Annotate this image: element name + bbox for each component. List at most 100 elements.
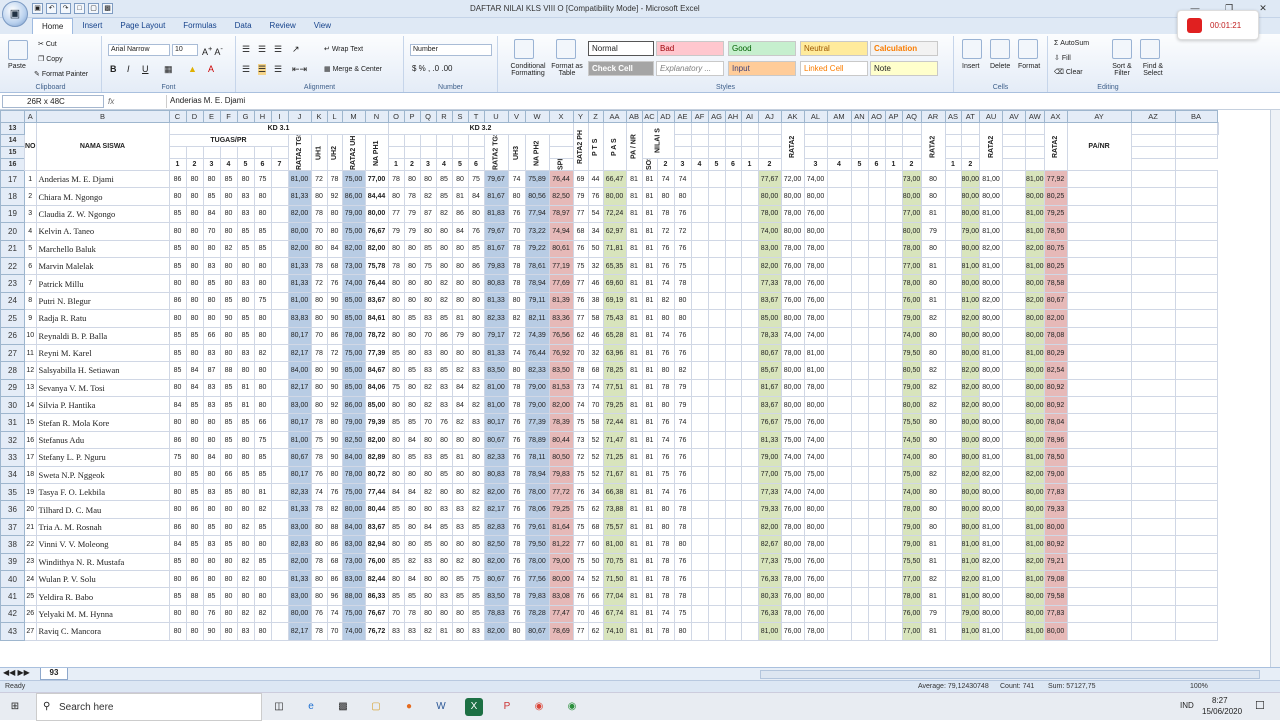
table-cell[interactable] bbox=[1066, 483, 1132, 502]
table-cell[interactable]: 83 bbox=[419, 448, 437, 467]
column-header[interactable]: Z bbox=[587, 110, 604, 123]
student-name[interactable]: Anderias M. E. Djami bbox=[35, 169, 170, 189]
table-cell[interactable]: 80,00 bbox=[780, 361, 805, 380]
table-cell[interactable]: 80 bbox=[920, 517, 946, 537]
table-cell[interactable]: 80 bbox=[435, 222, 453, 241]
rata2-c[interactable]: 82,00 bbox=[960, 396, 981, 415]
table-cell[interactable] bbox=[707, 569, 726, 589]
rata2-ph[interactable]: 80,61 bbox=[548, 239, 574, 258]
header-rata2-tgs-2[interactable]: RATA2 TGS bbox=[484, 134, 508, 171]
header-cell[interactable] bbox=[740, 134, 759, 147]
table-cell[interactable] bbox=[826, 604, 852, 624]
na-ph1[interactable]: 84,44 bbox=[364, 187, 389, 206]
table-cell[interactable] bbox=[707, 587, 726, 606]
rata2[interactable]: 79,00 bbox=[757, 448, 782, 467]
table-cell[interactable]: 78,00 bbox=[780, 569, 805, 589]
table-cell[interactable]: 85 bbox=[202, 274, 221, 293]
rata2[interactable]: 76,33 bbox=[757, 604, 782, 624]
student-no[interactable]: 14 bbox=[24, 396, 37, 415]
table-cell[interactable]: 80 bbox=[387, 239, 405, 258]
table-cell[interactable] bbox=[944, 326, 962, 345]
table-cell[interactable]: 85 bbox=[435, 517, 453, 537]
table-cell[interactable]: 80 bbox=[185, 291, 204, 311]
table-cell[interactable]: 80 bbox=[253, 361, 272, 380]
table-cell[interactable]: 78 bbox=[656, 204, 675, 224]
table-cell[interactable]: 76,00 bbox=[780, 256, 805, 276]
table-cell[interactable] bbox=[270, 256, 289, 276]
rata2-c[interactable]: 80,00 bbox=[960, 187, 981, 206]
table-cell[interactable] bbox=[707, 222, 726, 241]
table-cell[interactable]: 76,00 bbox=[803, 204, 828, 224]
na-ph1[interactable]: 84,61 bbox=[364, 309, 389, 328]
table-cell[interactable]: 82 bbox=[451, 413, 469, 432]
table-cell[interactable]: 76 bbox=[572, 587, 589, 606]
table-cell[interactable]: 80 bbox=[467, 552, 485, 571]
rata2-tgs[interactable]: 81,33 bbox=[287, 274, 312, 293]
na-ph2[interactable]: 78,28 bbox=[524, 604, 550, 624]
table-cell[interactable] bbox=[884, 361, 903, 380]
rata2-ph[interactable]: 79,00 bbox=[548, 552, 574, 571]
table-cell[interactable]: 96 bbox=[326, 587, 343, 606]
student-no[interactable]: 24 bbox=[24, 569, 37, 589]
rata2-tgs-2[interactable]: 82,83 bbox=[483, 517, 509, 537]
table-cell[interactable] bbox=[850, 396, 869, 415]
table-cell[interactable] bbox=[1066, 309, 1132, 328]
table-cell[interactable] bbox=[1002, 448, 1027, 467]
header-cell[interactable] bbox=[867, 134, 886, 147]
sort-filter-button[interactable]: Sort & Filter bbox=[1106, 63, 1138, 77]
table-cell[interactable] bbox=[1002, 465, 1027, 485]
table-cell[interactable] bbox=[1174, 552, 1218, 571]
rata2-ph[interactable]: 78,39 bbox=[548, 413, 574, 432]
table-cell[interactable]: 80 bbox=[435, 604, 453, 624]
table-cell[interactable]: 66 bbox=[587, 587, 604, 606]
table-cell[interactable] bbox=[944, 413, 962, 432]
student-no[interactable]: 26 bbox=[24, 604, 37, 624]
na-ph1[interactable]: 82,89 bbox=[364, 448, 389, 467]
table-cell[interactable] bbox=[1174, 291, 1218, 311]
table-cell[interactable]: 85 bbox=[185, 326, 204, 345]
rata2-uh[interactable]: 75,00 bbox=[341, 343, 366, 363]
new-icon[interactable]: □ bbox=[74, 3, 85, 14]
table-cell[interactable]: 70 bbox=[202, 222, 221, 241]
table-cell[interactable] bbox=[724, 413, 742, 432]
table-cell[interactable] bbox=[1130, 552, 1176, 571]
rata2-tgs-2[interactable]: 79,67 bbox=[483, 169, 509, 189]
column-header[interactable]: AK bbox=[780, 110, 805, 123]
table-cell[interactable] bbox=[850, 465, 869, 485]
table-cell[interactable]: 80,00 bbox=[780, 309, 805, 328]
table-cell[interactable]: 90 bbox=[219, 309, 238, 328]
table-cell[interactable]: 80 bbox=[920, 483, 946, 502]
table-cell[interactable] bbox=[884, 291, 903, 311]
vertical-scrollbar[interactable] bbox=[1270, 110, 1280, 667]
rata2[interactable]: 77,33 bbox=[757, 274, 782, 293]
table-cell[interactable]: 81 bbox=[641, 396, 658, 415]
table-cell[interactable]: 78 bbox=[310, 500, 328, 519]
header-cell[interactable] bbox=[1025, 122, 1045, 135]
table-cell[interactable]: 90 bbox=[326, 291, 343, 311]
pa-nr[interactable]: 62,97 bbox=[602, 222, 627, 241]
table-cell[interactable]: 80 bbox=[656, 396, 675, 415]
table-cell[interactable]: 87 bbox=[419, 204, 437, 224]
rata2-ph[interactable]: 77,47 bbox=[548, 604, 574, 624]
table-cell[interactable]: 74 bbox=[572, 396, 589, 415]
table-cell[interactable] bbox=[1174, 430, 1218, 450]
rata2-tgs-2[interactable]: 82,00 bbox=[483, 622, 509, 641]
table-cell[interactable]: 80 bbox=[387, 187, 405, 206]
table-cell[interactable] bbox=[884, 413, 903, 432]
header-cell[interactable] bbox=[1002, 122, 1027, 135]
table-cell[interactable]: 79 bbox=[673, 378, 692, 398]
rata2-c[interactable]: 82,00 bbox=[960, 378, 981, 398]
column-header[interactable]: AF bbox=[690, 110, 709, 123]
language-indicator[interactable]: IND bbox=[1180, 701, 1194, 710]
table-cell[interactable] bbox=[884, 500, 903, 519]
table-cell[interactable]: 74 bbox=[656, 326, 675, 345]
pa-nr[interactable]: 69,19 bbox=[602, 291, 627, 311]
table-cell[interactable] bbox=[690, 465, 709, 485]
align-left-icon[interactable]: ☰ bbox=[242, 64, 250, 75]
table-cell[interactable]: 72,00 bbox=[780, 169, 805, 189]
table-cell[interactable] bbox=[867, 274, 886, 293]
table-cell[interactable] bbox=[944, 396, 962, 415]
row-header[interactable]: 30 bbox=[0, 396, 25, 415]
table-cell[interactable]: 88 bbox=[326, 517, 343, 537]
table-cell[interactable]: 80 bbox=[310, 569, 328, 589]
